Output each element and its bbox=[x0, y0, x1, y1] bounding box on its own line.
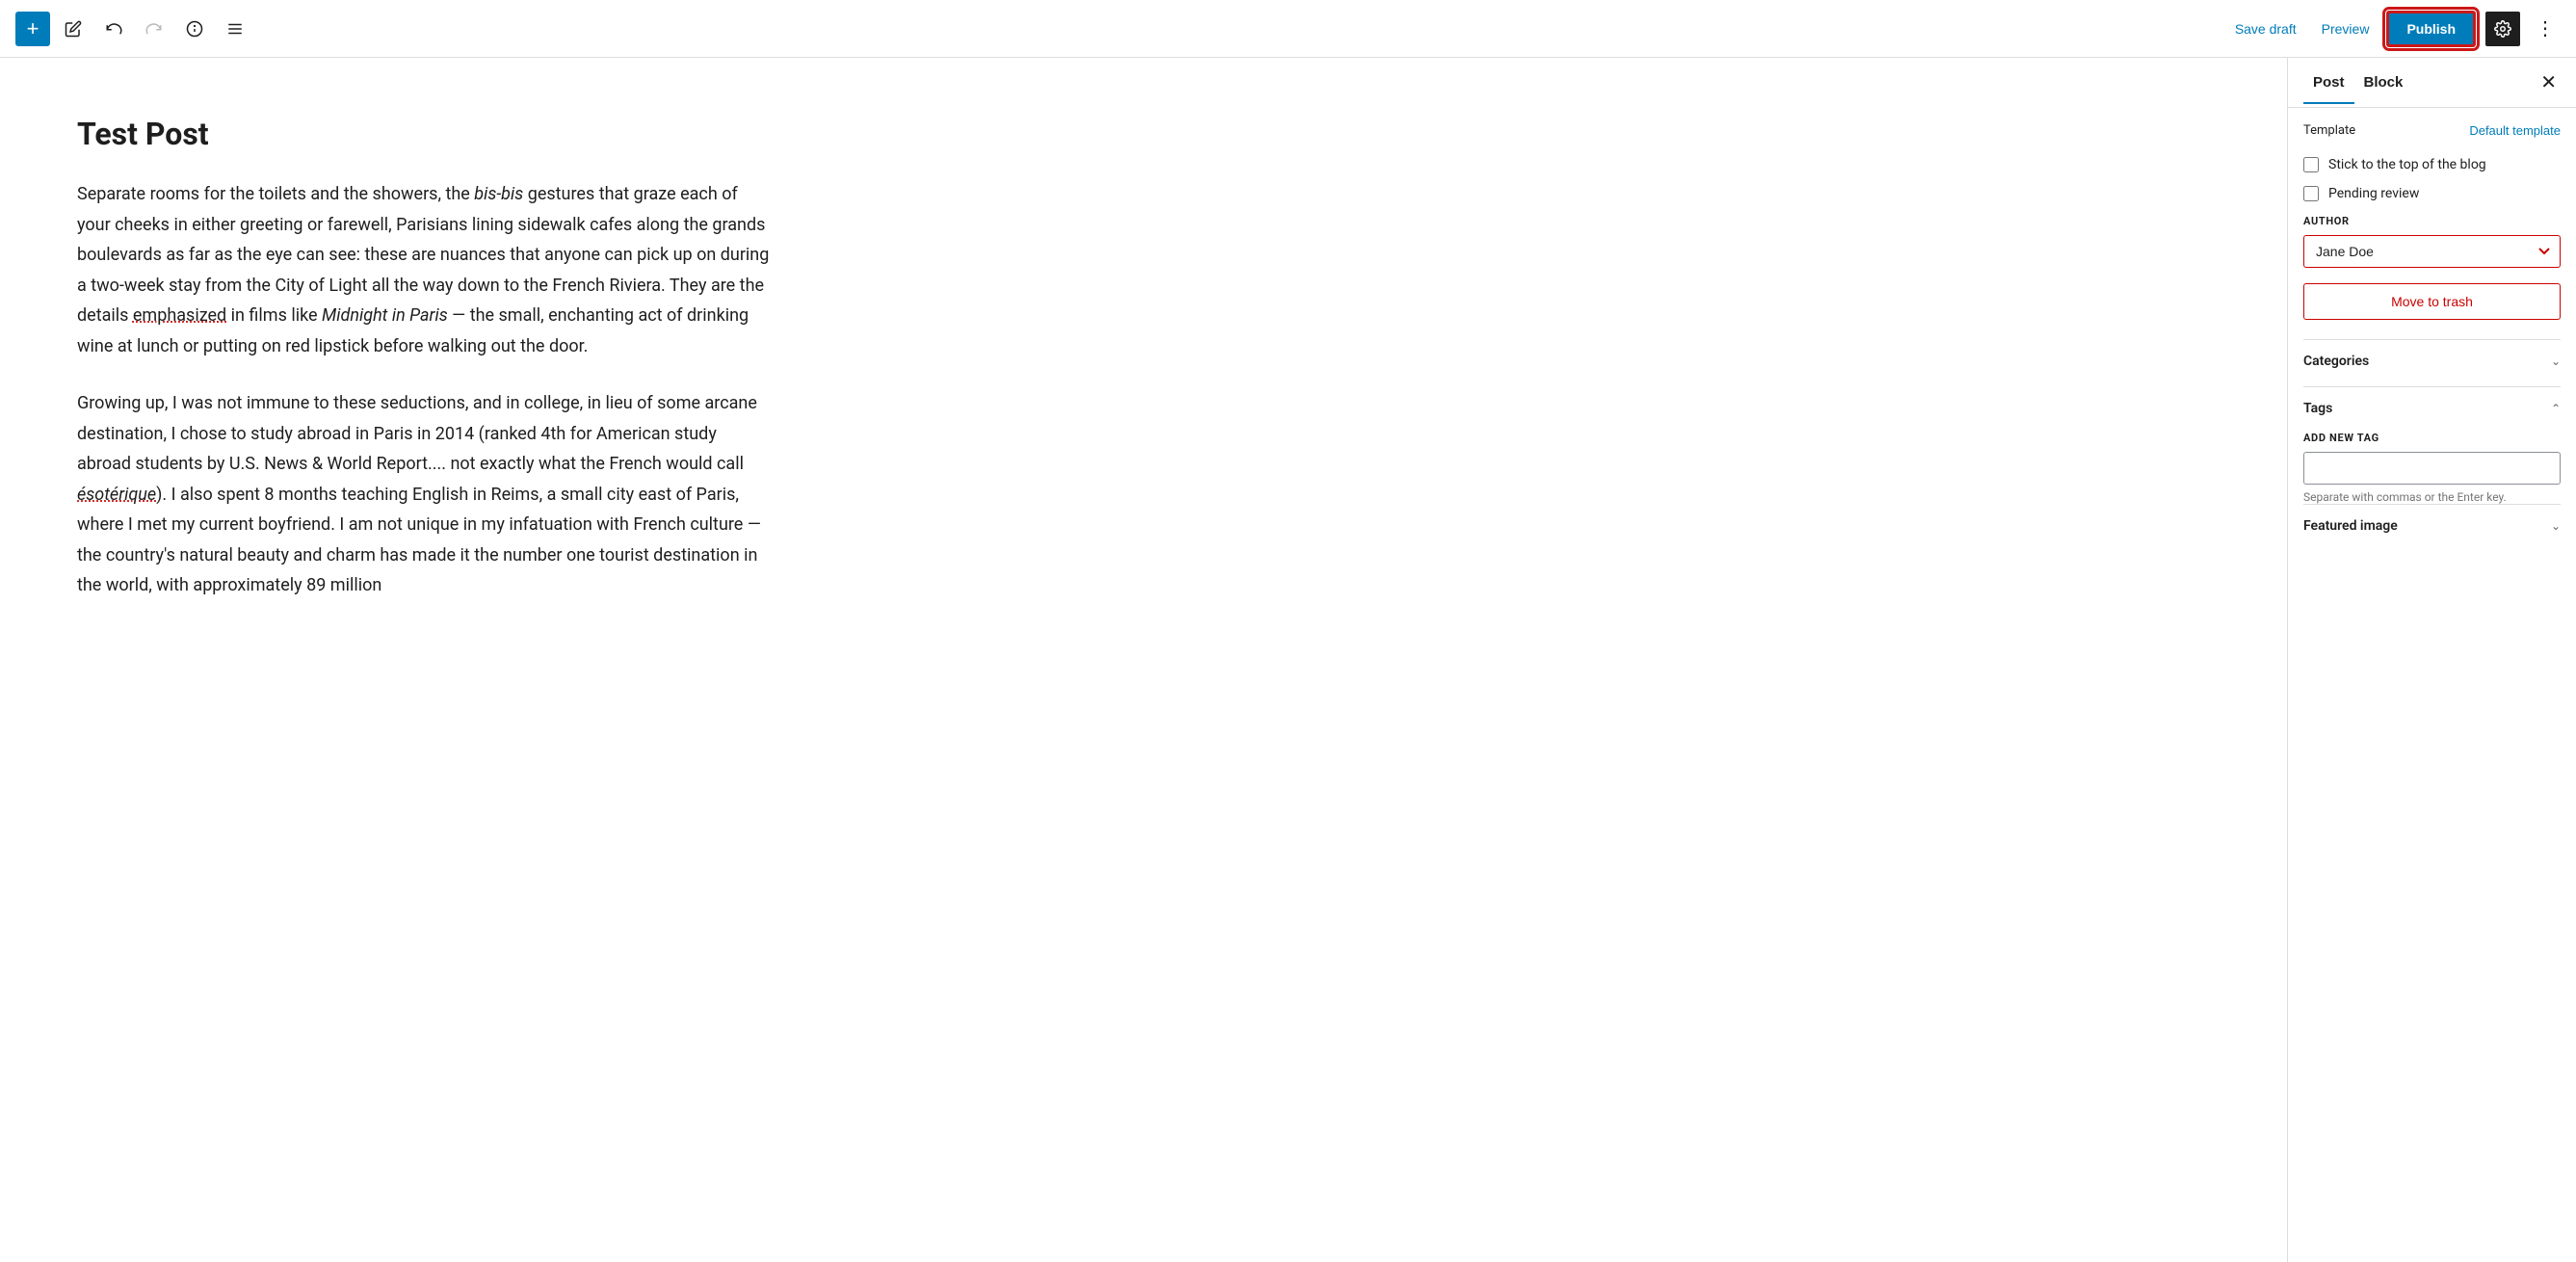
editor-area[interactable]: Test Post Separate rooms for the toilets… bbox=[0, 58, 2287, 1262]
sidebar-tabs: Post Block ✕ bbox=[2288, 58, 2576, 108]
categories-chevron-icon: ⌄ bbox=[2551, 355, 2561, 368]
tag-hint: Separate with commas or the Enter key. bbox=[2303, 490, 2561, 504]
tags-chevron-icon: ⌃ bbox=[2551, 402, 2561, 415]
add-block-button[interactable]: + bbox=[15, 12, 50, 46]
sidebar: Post Block ✕ Template Default template S… bbox=[2287, 58, 2576, 1262]
tag-input[interactable] bbox=[2303, 452, 2561, 485]
template-row: Template Default template bbox=[2303, 123, 2561, 138]
featured-image-title: Featured image bbox=[2303, 518, 2398, 534]
add-tag-label: ADD NEW TAG bbox=[2303, 432, 2561, 444]
pending-review-checkbox[interactable] bbox=[2303, 186, 2319, 201]
toolbar: + bbox=[0, 0, 2576, 58]
tags-content: ADD NEW TAG Separate with commas or the … bbox=[2303, 432, 2561, 504]
stick-checkbox-row: Stick to the top of the blog bbox=[2303, 157, 2561, 172]
sidebar-body: Template Default template Stick to the t… bbox=[2288, 108, 2576, 566]
tags-section: Tags ⌃ ADD NEW TAG Separate with commas … bbox=[2303, 386, 2561, 504]
tags-title: Tags bbox=[2303, 401, 2332, 416]
featured-image-header[interactable]: Featured image ⌄ bbox=[2303, 518, 2561, 538]
tags-header[interactable]: Tags ⌃ bbox=[2303, 401, 2561, 420]
categories-section: Categories ⌄ bbox=[2303, 339, 2561, 386]
redo-button[interactable] bbox=[137, 12, 171, 46]
info-button[interactable] bbox=[177, 12, 212, 46]
tab-block[interactable]: Block bbox=[2354, 61, 2413, 104]
emphasized-word: emphasized bbox=[133, 305, 226, 326]
pending-checkbox-row: Pending review bbox=[2303, 186, 2561, 201]
move-to-trash-button[interactable]: Move to trash bbox=[2303, 283, 2561, 320]
pencil-icon-button[interactable] bbox=[56, 12, 91, 46]
stick-top-label[interactable]: Stick to the top of the blog bbox=[2328, 157, 2486, 172]
featured-image-section: Featured image ⌄ bbox=[2303, 504, 2561, 551]
undo-button[interactable] bbox=[96, 12, 131, 46]
more-options-button[interactable]: ⋮ bbox=[2530, 16, 2561, 40]
save-draft-button[interactable]: Save draft bbox=[2227, 15, 2304, 42]
categories-title: Categories bbox=[2303, 354, 2369, 369]
main-layout: Test Post Separate rooms for the toilets… bbox=[0, 58, 2576, 1262]
template-link[interactable]: Default template bbox=[2469, 123, 2561, 138]
pending-review-label[interactable]: Pending review bbox=[2328, 186, 2419, 201]
toolbar-left: + bbox=[15, 12, 2220, 46]
featured-image-chevron-icon: ⌄ bbox=[2551, 519, 2561, 533]
body-paragraph-2: Growing up, I was not immune to these se… bbox=[77, 388, 771, 601]
post-title[interactable]: Test Post bbox=[77, 116, 2210, 152]
list-view-button[interactable] bbox=[218, 12, 252, 46]
settings-button[interactable] bbox=[2485, 12, 2520, 46]
publish-button[interactable]: Publish bbox=[2386, 11, 2476, 47]
author-select[interactable]: Jane Doe bbox=[2303, 235, 2561, 268]
post-body: Separate rooms for the toilets and the s… bbox=[77, 179, 771, 601]
esoterique-word: ésotérique bbox=[77, 485, 156, 505]
body-paragraph-1: Separate rooms for the toilets and the s… bbox=[77, 179, 771, 361]
stick-top-checkbox[interactable] bbox=[2303, 157, 2319, 172]
author-section: AUTHOR Jane Doe bbox=[2303, 215, 2561, 268]
author-label: AUTHOR bbox=[2303, 215, 2561, 227]
toolbar-right: Save draft Preview Publish ⋮ bbox=[2227, 11, 2561, 47]
preview-button[interactable]: Preview bbox=[2314, 15, 2378, 42]
tab-post[interactable]: Post bbox=[2303, 61, 2354, 104]
close-sidebar-button[interactable]: ✕ bbox=[2537, 66, 2561, 98]
categories-header[interactable]: Categories ⌄ bbox=[2303, 354, 2561, 373]
template-label: Template bbox=[2303, 123, 2355, 138]
